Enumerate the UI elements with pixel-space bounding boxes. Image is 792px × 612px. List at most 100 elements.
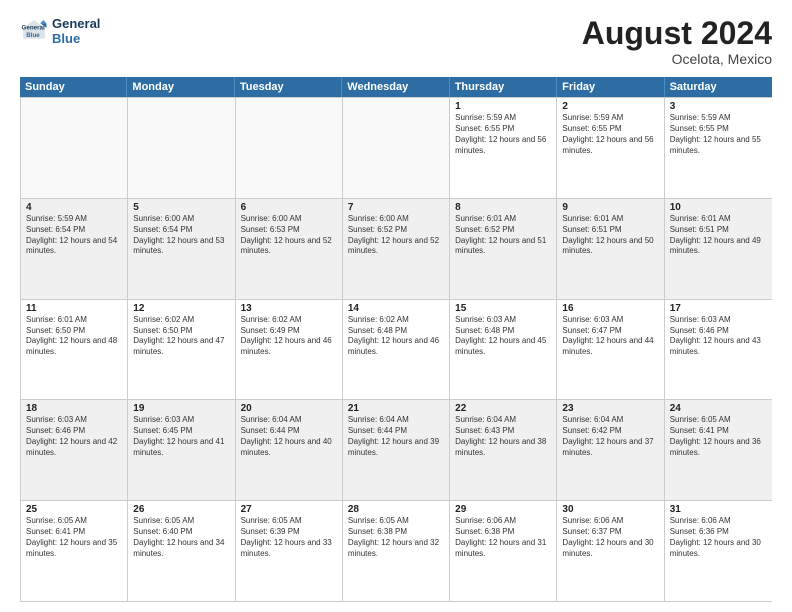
sunrise-text: Sunrise: 6:03 AM [455, 315, 551, 326]
day-number: 31 [670, 504, 767, 515]
table-row: 23Sunrise: 6:04 AMSunset: 6:42 PMDayligh… [557, 400, 664, 500]
table-row: 25Sunrise: 6:05 AMSunset: 6:41 PMDayligh… [21, 501, 128, 601]
table-row: 31Sunrise: 6:06 AMSunset: 6:36 PMDayligh… [665, 501, 772, 601]
sunrise-text: Sunrise: 6:05 AM [26, 516, 122, 527]
daylight-text: Daylight: 12 hours and 52 minutes. [241, 236, 337, 258]
table-row [21, 98, 128, 198]
sunrise-text: Sunrise: 6:04 AM [455, 415, 551, 426]
sunrise-text: Sunrise: 5:59 AM [26, 214, 122, 225]
sunset-text: Sunset: 6:50 PM [133, 326, 229, 337]
day-number: 30 [562, 504, 658, 515]
day-number: 26 [133, 504, 229, 515]
sunrise-text: Sunrise: 6:05 AM [133, 516, 229, 527]
daylight-text: Daylight: 12 hours and 47 minutes. [133, 336, 229, 358]
sunset-text: Sunset: 6:51 PM [670, 225, 767, 236]
day-number: 29 [455, 504, 551, 515]
sunset-text: Sunset: 6:50 PM [26, 326, 122, 337]
table-row: 10Sunrise: 6:01 AMSunset: 6:51 PMDayligh… [665, 199, 772, 299]
table-row: 11Sunrise: 6:01 AMSunset: 6:50 PMDayligh… [21, 300, 128, 400]
daylight-text: Daylight: 12 hours and 51 minutes. [455, 236, 551, 258]
month-year: August 2024 [582, 16, 772, 51]
sunrise-text: Sunrise: 6:05 AM [348, 516, 444, 527]
sunrise-text: Sunrise: 6:00 AM [133, 214, 229, 225]
sunrise-text: Sunrise: 5:59 AM [455, 113, 551, 124]
day-number: 24 [670, 403, 767, 414]
daylight-text: Daylight: 12 hours and 44 minutes. [562, 336, 658, 358]
sunrise-text: Sunrise: 6:03 AM [133, 415, 229, 426]
day-number: 12 [133, 303, 229, 314]
table-row: 28Sunrise: 6:05 AMSunset: 6:38 PMDayligh… [343, 501, 450, 601]
day-number: 20 [241, 403, 337, 414]
sunrise-text: Sunrise: 6:02 AM [348, 315, 444, 326]
sunset-text: Sunset: 6:55 PM [455, 124, 551, 135]
header-day-saturday: Saturday [665, 77, 772, 97]
day-number: 16 [562, 303, 658, 314]
daylight-text: Daylight: 12 hours and 40 minutes. [241, 437, 337, 459]
daylight-text: Daylight: 12 hours and 48 minutes. [26, 336, 122, 358]
svg-text:General: General [22, 24, 45, 31]
table-row: 8Sunrise: 6:01 AMSunset: 6:52 PMDaylight… [450, 199, 557, 299]
table-row: 26Sunrise: 6:05 AMSunset: 6:40 PMDayligh… [128, 501, 235, 601]
sunrise-text: Sunrise: 6:02 AM [241, 315, 337, 326]
daylight-text: Daylight: 12 hours and 56 minutes. [455, 135, 551, 157]
sunrise-text: Sunrise: 5:59 AM [670, 113, 767, 124]
table-row: 27Sunrise: 6:05 AMSunset: 6:39 PMDayligh… [236, 501, 343, 601]
day-number: 28 [348, 504, 444, 515]
day-number: 5 [133, 202, 229, 213]
sunset-text: Sunset: 6:39 PM [241, 527, 337, 538]
day-number: 25 [26, 504, 122, 515]
sunset-text: Sunset: 6:54 PM [26, 225, 122, 236]
table-row: 12Sunrise: 6:02 AMSunset: 6:50 PMDayligh… [128, 300, 235, 400]
daylight-text: Daylight: 12 hours and 35 minutes. [26, 538, 122, 560]
sunset-text: Sunset: 6:46 PM [26, 426, 122, 437]
daylight-text: Daylight: 12 hours and 30 minutes. [562, 538, 658, 560]
logo-line1: General [52, 16, 100, 31]
day-number: 21 [348, 403, 444, 414]
sunrise-text: Sunrise: 6:04 AM [562, 415, 658, 426]
logo-text: General Blue [52, 16, 100, 46]
page: General Blue General Blue August 2024 Oc… [0, 0, 792, 612]
daylight-text: Daylight: 12 hours and 38 minutes. [455, 437, 551, 459]
week-row-1: 1Sunrise: 5:59 AMSunset: 6:55 PMDaylight… [21, 97, 772, 198]
daylight-text: Daylight: 12 hours and 52 minutes. [348, 236, 444, 258]
sunrise-text: Sunrise: 6:05 AM [670, 415, 767, 426]
sunset-text: Sunset: 6:54 PM [133, 225, 229, 236]
header-day-wednesday: Wednesday [342, 77, 449, 97]
sunset-text: Sunset: 6:36 PM [670, 527, 767, 538]
table-row: 1Sunrise: 5:59 AMSunset: 6:55 PMDaylight… [450, 98, 557, 198]
table-row: 30Sunrise: 6:06 AMSunset: 6:37 PMDayligh… [557, 501, 664, 601]
table-row: 24Sunrise: 6:05 AMSunset: 6:41 PMDayligh… [665, 400, 772, 500]
day-number: 2 [562, 101, 658, 112]
daylight-text: Daylight: 12 hours and 36 minutes. [670, 437, 767, 459]
sunrise-text: Sunrise: 6:04 AM [348, 415, 444, 426]
table-row: 29Sunrise: 6:06 AMSunset: 6:38 PMDayligh… [450, 501, 557, 601]
sunrise-text: Sunrise: 6:06 AM [670, 516, 767, 527]
daylight-text: Daylight: 12 hours and 43 minutes. [670, 336, 767, 358]
day-number: 4 [26, 202, 122, 213]
sunrise-text: Sunrise: 5:59 AM [562, 113, 658, 124]
daylight-text: Daylight: 12 hours and 49 minutes. [670, 236, 767, 258]
logo: General Blue General Blue [20, 16, 100, 46]
sunrise-text: Sunrise: 6:06 AM [455, 516, 551, 527]
sunset-text: Sunset: 6:55 PM [670, 124, 767, 135]
sunset-text: Sunset: 6:38 PM [348, 527, 444, 538]
daylight-text: Daylight: 12 hours and 45 minutes. [455, 336, 551, 358]
sunrise-text: Sunrise: 6:03 AM [670, 315, 767, 326]
week-row-3: 11Sunrise: 6:01 AMSunset: 6:50 PMDayligh… [21, 299, 772, 400]
day-number: 18 [26, 403, 122, 414]
sunset-text: Sunset: 6:55 PM [562, 124, 658, 135]
sunset-text: Sunset: 6:38 PM [455, 527, 551, 538]
table-row: 7Sunrise: 6:00 AMSunset: 6:52 PMDaylight… [343, 199, 450, 299]
location: Ocelota, Mexico [582, 51, 772, 67]
sunrise-text: Sunrise: 6:02 AM [133, 315, 229, 326]
sunset-text: Sunset: 6:48 PM [348, 326, 444, 337]
header-day-thursday: Thursday [450, 77, 557, 97]
table-row: 17Sunrise: 6:03 AMSunset: 6:46 PMDayligh… [665, 300, 772, 400]
sunrise-text: Sunrise: 6:01 AM [670, 214, 767, 225]
week-row-2: 4Sunrise: 5:59 AMSunset: 6:54 PMDaylight… [21, 198, 772, 299]
daylight-text: Daylight: 12 hours and 50 minutes. [562, 236, 658, 258]
sunset-text: Sunset: 6:41 PM [670, 426, 767, 437]
sunset-text: Sunset: 6:49 PM [241, 326, 337, 337]
sunset-text: Sunset: 6:53 PM [241, 225, 337, 236]
sunrise-text: Sunrise: 6:05 AM [241, 516, 337, 527]
